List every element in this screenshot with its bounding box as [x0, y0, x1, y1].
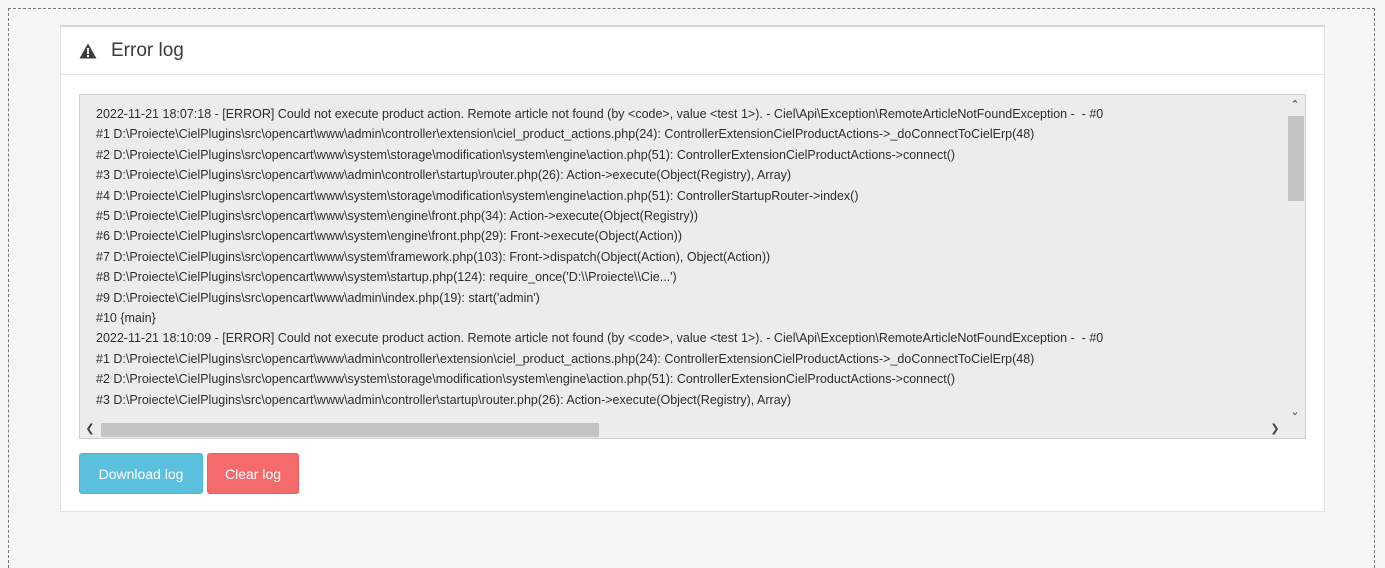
clear-log-button[interactable]: Clear log	[207, 453, 299, 494]
scroll-left-icon[interactable]: ❮	[80, 420, 100, 438]
log-line: #2 D:\Proiecte\CielPlugins\src\opencart\…	[96, 147, 956, 162]
log-line: #2 D:\Proiecte\CielPlugins\src\opencart\…	[96, 372, 956, 387]
vertical-scrollbar[interactable]: ⌃ ⌄	[1285, 95, 1305, 421]
scroll-up-icon[interactable]: ⌃	[1285, 96, 1305, 114]
log-line: #1 D:\Proiecte\CielPlugins\src\opencart\…	[96, 351, 1035, 366]
log-textarea[interactable]: 2022-11-21 18:07:18 - [ERROR] Could not …	[79, 94, 1306, 439]
log-line: #5 D:\Proiecte\CielPlugins\src\opencart\…	[96, 209, 698, 224]
scroll-down-icon[interactable]: ⌄	[1285, 403, 1305, 421]
panel-title: Error log	[111, 39, 184, 61]
error-log-panel: Error log 2022-11-21 18:07:18 - [ERROR] …	[60, 25, 1325, 512]
log-line: #1 D:\Proiecte\CielPlugins\src\opencart\…	[96, 127, 1035, 142]
log-line: 2022-11-21 18:10:09 - [ERROR] Could not …	[96, 331, 1104, 346]
vertical-scroll-thumb[interactable]	[1288, 116, 1304, 201]
log-line: #10 {main}	[96, 311, 156, 326]
panel-heading: Error log	[61, 27, 1324, 75]
log-line: #4 D:\Proiecte\CielPlugins\src\opencart\…	[96, 410, 1284, 411]
log-line: #8 D:\Proiecte\CielPlugins\src\opencart\…	[96, 270, 677, 285]
scroll-right-icon[interactable]: ❯	[1265, 420, 1285, 438]
log-line: #4 D:\Proiecte\CielPlugins\src\opencart\…	[96, 188, 859, 203]
log-content[interactable]: 2022-11-21 18:07:18 - [ERROR] Could not …	[96, 104, 1284, 411]
download-log-button[interactable]: Download log	[79, 453, 203, 494]
log-line: 2022-11-21 18:07:18 - [ERROR] Could not …	[96, 107, 1104, 121]
log-line: #7 D:\Proiecte\CielPlugins\src\opencart\…	[96, 249, 771, 264]
scrollbar-corner	[1285, 420, 1305, 438]
log-line: #3 D:\Proiecte\CielPlugins\src\opencart\…	[96, 168, 792, 183]
warning-icon	[79, 43, 97, 59]
horizontal-scroll-thumb[interactable]	[101, 423, 599, 437]
log-line: #6 D:\Proiecte\CielPlugins\src\opencart\…	[96, 229, 683, 244]
log-line: #3 D:\Proiecte\CielPlugins\src\opencart\…	[96, 392, 792, 407]
log-line: #9 D:\Proiecte\CielPlugins\src\opencart\…	[96, 290, 540, 305]
horizontal-scrollbar[interactable]: ❮ ❯	[80, 420, 1285, 438]
